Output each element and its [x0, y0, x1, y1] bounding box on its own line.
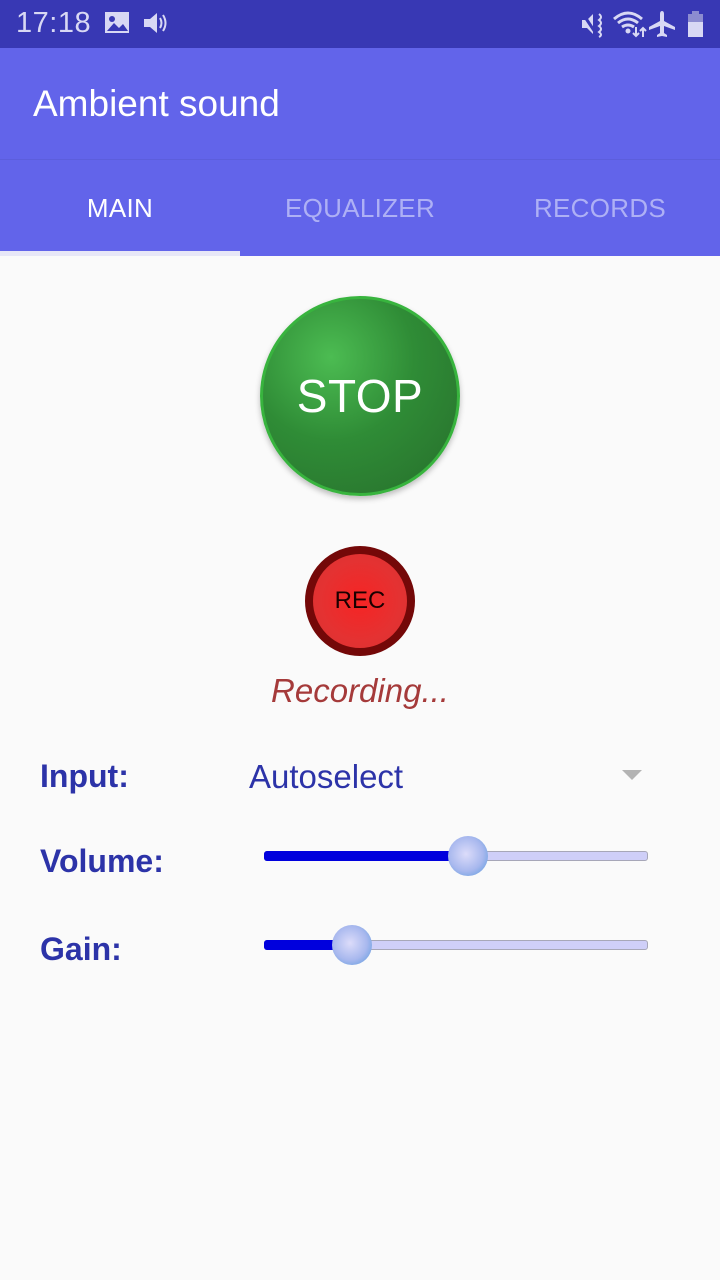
volume-icon	[142, 10, 172, 41]
tab-indicator	[0, 251, 240, 256]
app-bar: Ambient sound	[0, 48, 720, 160]
status-bar: 17:18	[0, 0, 720, 48]
rec-button-label: REC	[334, 587, 386, 614]
tab-equalizer-label: EQUALIZER	[284, 192, 436, 223]
stop-button-label: STOP	[296, 370, 424, 422]
wifi-icon	[612, 10, 648, 43]
input-select[interactable]: Autoselect	[240, 748, 660, 808]
battery-icon	[686, 10, 706, 43]
image-icon	[104, 10, 132, 41]
rec-button[interactable]: REC	[305, 546, 415, 656]
gain-label: Gain:	[40, 931, 122, 967]
tab-main[interactable]: MAIN	[0, 160, 240, 256]
tab-records[interactable]: RECORDS	[480, 160, 720, 256]
vibrate-mute-icon	[580, 10, 608, 43]
volume-slider[interactable]	[264, 834, 648, 878]
volume-slider-thumb[interactable]	[447, 836, 488, 876]
tab-records-label: RECORDS	[533, 192, 667, 223]
tab-equalizer[interactable]: EQUALIZER	[240, 160, 480, 256]
tab-bar: MAIN EQUALIZER RECORDS	[0, 160, 720, 256]
airplane-icon	[648, 10, 676, 43]
gain-slider-thumb[interactable]	[332, 925, 373, 965]
status-time: 17:18	[16, 7, 92, 39]
volume-label: Volume:	[40, 843, 164, 879]
recording-status: Recording...	[271, 672, 449, 709]
stop-button[interactable]: STOP	[260, 296, 460, 496]
dropdown-arrow-icon	[622, 770, 642, 780]
tab-main-label: MAIN	[86, 192, 154, 223]
app-title: Ambient sound	[33, 83, 280, 124]
input-select-value: Autoselect	[249, 758, 404, 795]
volume-slider-fill	[264, 851, 468, 861]
input-label: Input:	[40, 758, 129, 794]
gain-slider[interactable]	[264, 923, 648, 967]
